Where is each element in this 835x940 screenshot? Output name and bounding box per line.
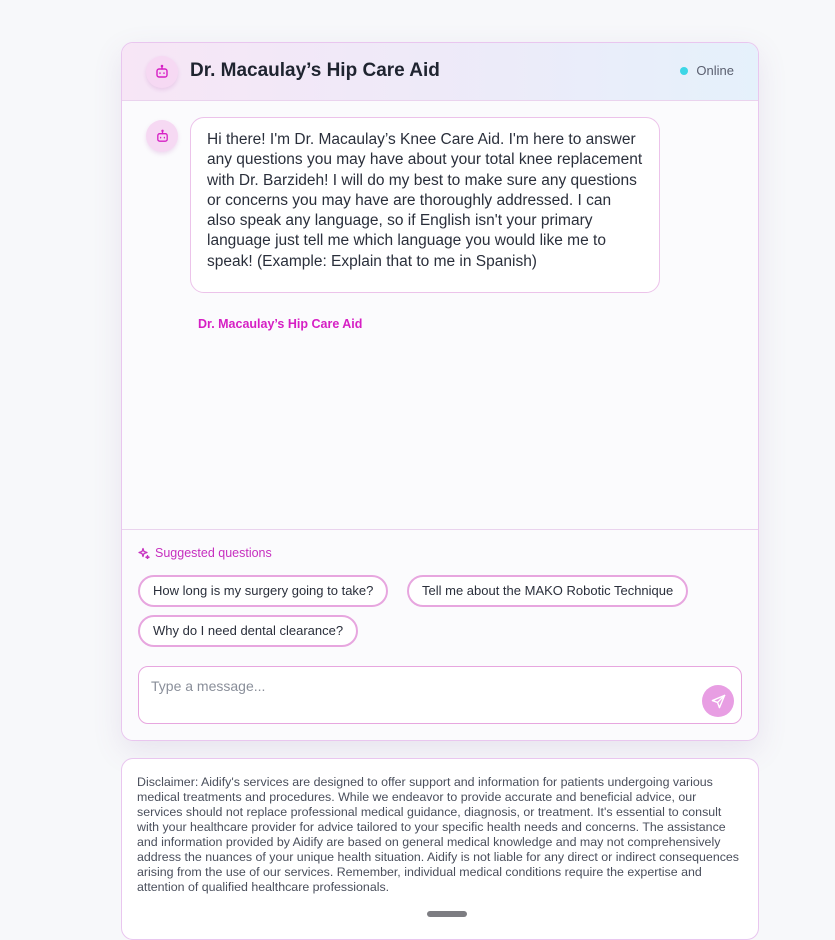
send-button[interactable] — [702, 685, 734, 717]
drag-handle[interactable] — [427, 911, 467, 917]
message-avatar — [146, 120, 178, 152]
message-bubble: Hi there! I'm Dr. Macaulay’s Knee Care A… — [190, 117, 660, 294]
chat-widget: Dr. Macaulay’s Hip Care Aid Online Hi th… — [121, 42, 759, 741]
suggestion-chip[interactable]: Why do I need dental clearance? — [138, 615, 359, 647]
send-icon — [711, 694, 725, 708]
bot-avatar — [146, 56, 178, 88]
message-input[interactable] — [151, 676, 691, 696]
bot-icon — [156, 129, 168, 142]
suggestion-chip[interactable]: How long is my surgery going to take? — [138, 575, 389, 607]
suggested-questions-label: Suggested questions — [138, 546, 272, 560]
status-text: Online — [696, 63, 734, 78]
message-composer — [138, 666, 742, 724]
chat-header: Dr. Macaulay’s Hip Care Aid Online — [122, 43, 758, 101]
suggested-questions-text: Suggested questions — [155, 546, 272, 560]
suggestion-chip[interactable]: Tell me about the MAKO Robotic Technique — [407, 575, 689, 607]
sparkle-icon — [138, 547, 150, 559]
status-dot-icon — [680, 66, 689, 75]
message-sender: Dr. Macaulay’s Hip Care Aid — [198, 317, 363, 331]
chat-footer: Suggested questions How long is my surge… — [122, 529, 758, 740]
chat-title: Dr. Macaulay’s Hip Care Aid — [190, 60, 440, 81]
online-status: Online — [680, 63, 734, 78]
disclaimer-text: Disclaimer: Aidify's services are design… — [137, 775, 739, 894]
bot-icon — [156, 64, 168, 78]
